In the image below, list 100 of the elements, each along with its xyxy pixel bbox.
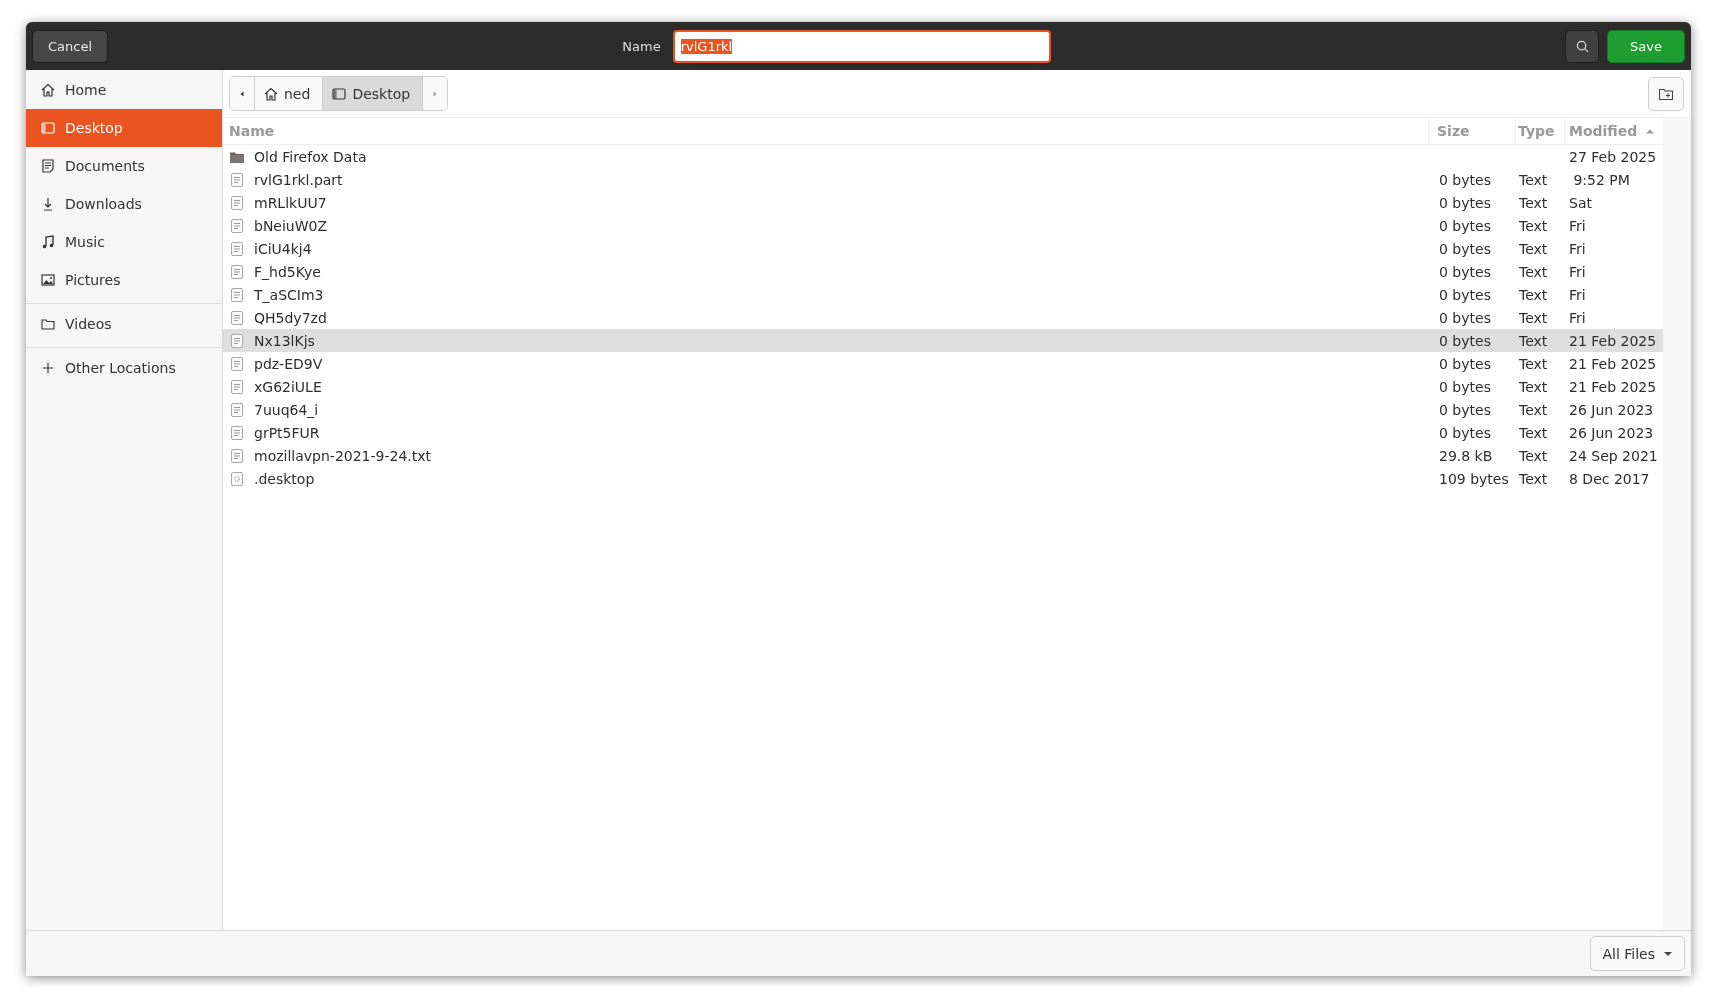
sidebar-item[interactable]: Music: [26, 223, 222, 261]
sidebar-item[interactable]: Home: [26, 71, 222, 109]
file-type: Text: [1519, 424, 1548, 441]
file-type: Text: [1519, 309, 1548, 326]
file-type: Text: [1519, 401, 1548, 418]
file-row[interactable]: Nx13lKjs 0 bytes Text 21 Feb 2025: [223, 329, 1663, 352]
file-modified: Fri: [1569, 286, 1586, 303]
file-name: 7uuq64_i: [254, 401, 319, 418]
picture-icon: [40, 272, 56, 288]
file-row[interactable]: xG62iULE 0 bytes Text 21 Feb 2025: [223, 375, 1663, 398]
file-row[interactable]: Old Firefox Data 27 Feb 2025: [223, 145, 1663, 168]
file-type: Text: [1519, 171, 1548, 188]
name-field[interactable]: rvlG1rkl: [672, 29, 1051, 63]
file-size: 0 bytes: [1439, 171, 1491, 188]
text-file-icon: [229, 240, 245, 257]
file-name: mozillavpn-2021-9-24.txt: [254, 447, 432, 464]
file-type: Text: [1519, 194, 1548, 211]
text-file-icon: [229, 355, 245, 372]
path-button[interactable]: ned: [255, 77, 324, 110]
text-file-icon: [229, 401, 245, 418]
file-modified: Fri: [1569, 263, 1586, 280]
file-modified: 26 Jun 2023: [1569, 424, 1654, 441]
file-size: 0 bytes: [1439, 263, 1491, 280]
file-modified: 21 Feb 2025: [1569, 378, 1657, 395]
file-size: 0 bytes: [1439, 309, 1491, 326]
file-name: QH5dy7zd: [254, 309, 327, 326]
sidebar-item[interactable]: Desktop: [26, 109, 222, 147]
folder-icon: [40, 316, 56, 332]
file-name: Old Firefox Data: [254, 148, 367, 165]
caret-icon: [1663, 950, 1673, 957]
sidebar-item[interactable]: Documents: [26, 147, 222, 185]
file-size: 29.8 kB: [1439, 447, 1493, 464]
file-size: 0 bytes: [1439, 240, 1491, 257]
file-name: F_hd5Kye: [254, 263, 321, 280]
text-file-icon: [229, 263, 245, 280]
file-size: 0 bytes: [1439, 355, 1491, 372]
file-modified: Fri: [1569, 309, 1586, 326]
text-file-icon: [229, 171, 245, 188]
file-modified: 27 Feb 2025: [1569, 148, 1657, 165]
desktop-icon: [40, 120, 56, 136]
file-row[interactable]: mozillavpn-2021-9-24.txt 29.8 kB Text 24 Sep 2021: [223, 444, 1663, 467]
file-type: Text: [1519, 332, 1548, 349]
file-row[interactable]: QH5dy7zd 0 bytes Text Fri: [223, 306, 1663, 329]
file-name: iCiU4kj4: [254, 240, 312, 257]
file-type: Text: [1519, 286, 1548, 303]
desktop-icon: [331, 85, 348, 102]
file-name: T_aSCIm3: [254, 286, 324, 303]
file-row[interactable]: rvlG1rkl.part 0 bytes Text 9:52 PM: [223, 168, 1663, 191]
file-type: Text: [1519, 217, 1548, 234]
save-button[interactable]: Save: [1607, 29, 1685, 63]
settings-file-icon: [229, 470, 245, 487]
path-button[interactable]: Desktop: [323, 77, 424, 110]
file-modified: Sat: [1569, 194, 1592, 211]
file-modified: Fri: [1569, 217, 1586, 234]
file-row[interactable]: iCiU4kj4 0 bytes Text Fri: [223, 237, 1663, 260]
file-modified: 8 Dec 2017: [1569, 470, 1650, 487]
file-row[interactable]: bNeiuW0Z 0 bytes Text Fri: [223, 214, 1663, 237]
file-size: 109 bytes: [1439, 470, 1509, 487]
file-size: 0 bytes: [1439, 217, 1491, 234]
file-size: 0 bytes: [1439, 332, 1491, 349]
file-type: Text: [1519, 447, 1548, 464]
text-file-icon: [229, 424, 245, 441]
text-file-icon: [229, 447, 245, 464]
sidebar-item[interactable]: Downloads: [26, 185, 222, 223]
file-size: 0 bytes: [1439, 194, 1491, 211]
file-size: 0 bytes: [1439, 424, 1491, 441]
file-row[interactable]: .desktop 109 bytes Text 8 Dec 2017: [223, 467, 1663, 490]
file-name: xG62iULE: [254, 378, 322, 395]
cancel-button[interactable]: Cancel: [32, 29, 109, 63]
document-icon: [40, 158, 56, 174]
file-row[interactable]: pdz-ED9V 0 bytes Text 21 Feb 2025: [223, 352, 1663, 375]
new-folder-button[interactable]: [1648, 76, 1684, 111]
file-row[interactable]: grPt5FUR 0 bytes Text 26 Jun 2023: [223, 421, 1663, 444]
file-type: Text: [1519, 240, 1548, 257]
sidebar-item[interactable]: Other Locations: [26, 349, 222, 387]
file-type: Text: [1519, 378, 1548, 395]
file-row[interactable]: mRLlkUU7 0 bytes Text Sat: [223, 191, 1663, 214]
file-name: bNeiuW0Z: [254, 217, 328, 234]
sidebar-item[interactable]: Pictures: [26, 261, 222, 299]
file-modified: 21 Feb 2025: [1569, 355, 1657, 372]
file-row[interactable]: T_aSCIm3 0 bytes Text Fri: [223, 283, 1663, 306]
text-file-icon: [229, 309, 245, 326]
file-modified: 9:52 PM: [1572, 171, 1630, 188]
file-row[interactable]: 7uuq64_i 0 bytes Text 26 Jun 2023: [223, 398, 1663, 421]
file-row[interactable]: F_hd5Kye 0 bytes Text Fri: [223, 260, 1663, 283]
plus-icon: [40, 360, 56, 376]
search-button[interactable]: [1565, 29, 1599, 63]
text-file-icon: [229, 194, 245, 211]
text-file-icon: [229, 378, 245, 395]
file-modified: 26 Jun 2023: [1569, 401, 1654, 418]
file-filter-dropdown[interactable]: All Files: [1590, 936, 1685, 971]
file-modified: 24 Sep 2021: [1569, 447, 1658, 464]
text-file-icon: [229, 332, 245, 349]
file-name: pdz-ED9V: [254, 355, 323, 372]
file-modified: 21 Feb 2025: [1569, 332, 1657, 349]
music-note-icon: [40, 234, 56, 250]
sidebar-item[interactable]: Videos: [26, 305, 222, 343]
file-type: Text: [1519, 355, 1548, 372]
text-file-icon: [229, 286, 245, 303]
file-type: Text: [1519, 263, 1548, 280]
